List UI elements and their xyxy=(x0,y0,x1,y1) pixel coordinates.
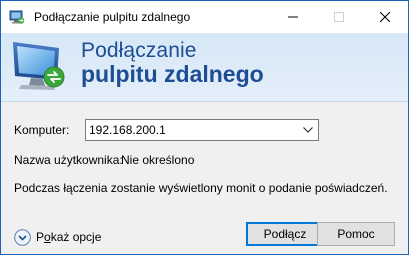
computer-combobox[interactable]: 192.168.200.1 xyxy=(85,119,319,141)
minimize-icon xyxy=(288,16,298,18)
banner-title-line2: pulpitu zdalnego xyxy=(81,61,264,87)
credential-prompt-info: Podczas łączenia zostanie wyświetlony mo… xyxy=(14,181,388,195)
minimize-button[interactable] xyxy=(270,1,316,33)
remote-desktop-icon xyxy=(9,10,25,24)
maximize-icon xyxy=(334,12,344,22)
banner-divider xyxy=(1,101,408,102)
maximize-button[interactable] xyxy=(316,1,362,33)
show-options-toggle[interactable]: Pokaż opcje xyxy=(14,228,101,246)
title-bar[interactable]: Podłączanie pulpitu zdalnego xyxy=(1,1,408,33)
show-options-label: Pokaż opcje xyxy=(36,230,102,244)
help-button[interactable]: Pomoc xyxy=(317,222,395,246)
combobox-dropdown-button[interactable] xyxy=(300,122,316,138)
computer-input-value[interactable]: 192.168.200.1 xyxy=(89,123,166,137)
close-icon xyxy=(380,12,390,22)
expand-circle-icon xyxy=(14,228,31,246)
username-label: Nazwa użytkownika: xyxy=(14,153,123,167)
window-title: Podłączanie pulpitu zdalnego xyxy=(34,10,191,24)
chevron-down-icon xyxy=(303,127,313,133)
computer-label: Komputer: xyxy=(14,123,70,137)
username-value: Nie określono xyxy=(121,153,195,167)
remote-desktop-window: Podłączanie pulpitu zdalnego Podłączanie… xyxy=(0,0,409,255)
banner-title-line1: Podłączanie xyxy=(81,39,197,62)
connect-button[interactable]: Podłącz xyxy=(246,222,324,246)
remote-desktop-monitor-icon xyxy=(13,42,65,90)
close-button[interactable] xyxy=(362,1,408,33)
